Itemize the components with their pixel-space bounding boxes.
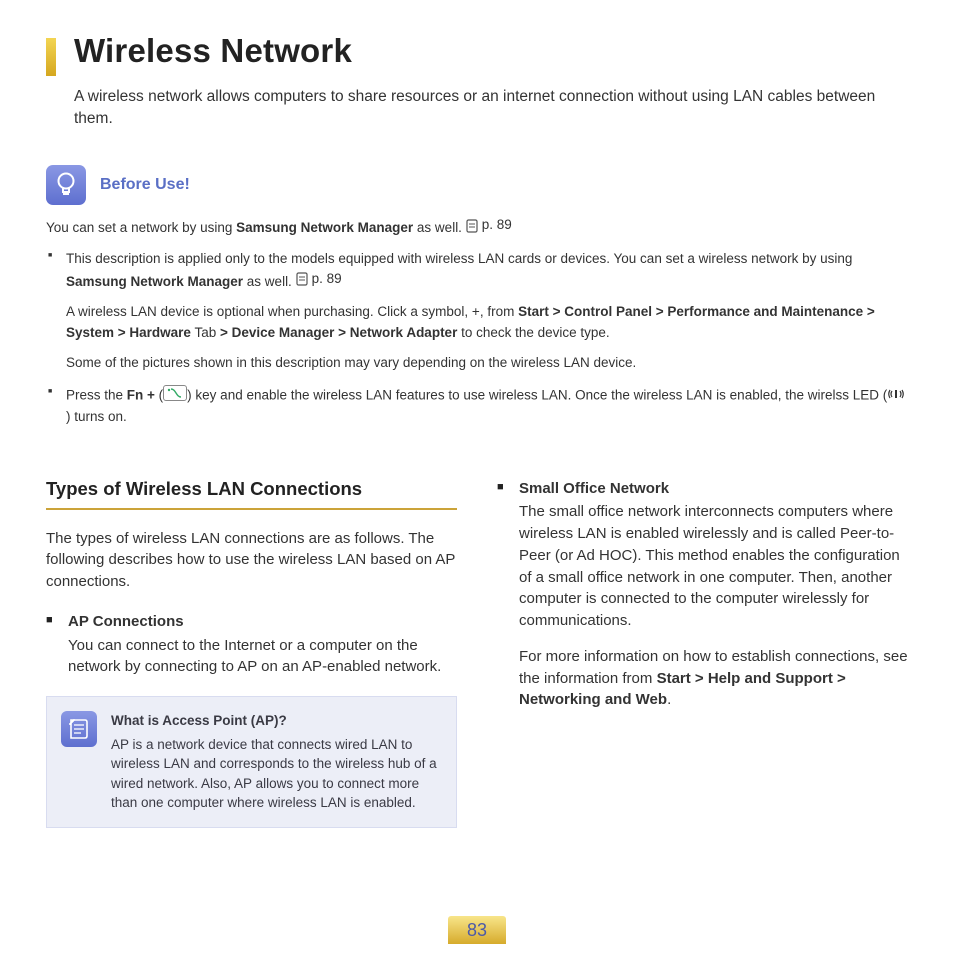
note-box: What is Access Point (AP)? AP is a netwo… xyxy=(46,696,457,828)
bullet-item: This description is applied only to the … xyxy=(66,249,908,373)
more-info-paragraph: For more information on how to establish… xyxy=(519,646,908,711)
section-heading: Types of Wireless LAN Connections xyxy=(46,478,457,510)
page-number-badge: 83 xyxy=(448,916,506,944)
note-title: What is Access Point (AP)? xyxy=(111,711,440,731)
text: . xyxy=(667,691,671,708)
list-item-text: You can connect to the Internet or a com… xyxy=(68,637,441,676)
page-ref-text: p. 89 xyxy=(312,269,342,289)
text: to check the device type. xyxy=(457,325,609,340)
right-column: Small Office Network The small office ne… xyxy=(497,478,908,828)
sub-paragraph: Some of the pictures shown in this descr… xyxy=(66,353,908,373)
page-ref-text: p. 89 xyxy=(482,215,512,235)
before-use-line1: You can set a network by using Samsung N… xyxy=(46,215,908,238)
lightbulb-icon xyxy=(46,165,86,205)
page-content: Wireless Network A wireless network allo… xyxy=(0,0,954,828)
page-reference-icon: p. 89 xyxy=(296,269,342,289)
page-number: 83 xyxy=(467,920,487,941)
note-content: What is Access Point (AP)? AP is a netwo… xyxy=(111,711,440,813)
text-bold: Samsung Network Manager xyxy=(66,274,243,289)
connection-types-list: Small Office Network The small office ne… xyxy=(497,478,908,712)
list-item-title: Small Office Network xyxy=(519,478,908,500)
before-use-bullets: This description is applied only to the … xyxy=(46,249,908,428)
list-item-title: AP Connections xyxy=(68,611,457,633)
text-bold: Fn + xyxy=(127,388,159,403)
note-body: AP is a network device that connects wir… xyxy=(111,737,437,811)
bullet-item: Press the Fn + () key and enable the wir… xyxy=(66,385,908,428)
section-intro: The types of wireless LAN connections ar… xyxy=(46,528,457,593)
wifi-led-icon xyxy=(887,386,905,406)
list-item: AP Connections You can connect to the In… xyxy=(46,611,457,678)
before-use-label: Before Use! xyxy=(100,176,190,194)
sub-paragraph: A wireless LAN device is optional when p… xyxy=(66,302,908,343)
text: as well. xyxy=(413,221,466,236)
page-title: Wireless Network xyxy=(74,32,352,70)
two-column-layout: Types of Wireless LAN Connections The ty… xyxy=(46,478,908,828)
title-accent-bar xyxy=(46,38,56,76)
left-column: Types of Wireless LAN Connections The ty… xyxy=(46,478,457,828)
page-reference-icon: p. 89 xyxy=(466,215,512,235)
text: Press the xyxy=(66,388,127,403)
text: You can set a network by using xyxy=(46,221,236,236)
connection-types-list: AP Connections You can connect to the In… xyxy=(46,611,457,678)
list-item: Small Office Network The small office ne… xyxy=(497,478,908,712)
text: A wireless LAN device is optional when p… xyxy=(66,304,518,319)
text: as well. xyxy=(243,274,296,289)
text: key and enable the wireless LAN features… xyxy=(192,388,888,403)
title-row: Wireless Network xyxy=(46,32,908,76)
list-item-text: The small office network interconnects c… xyxy=(519,503,900,629)
note-icon xyxy=(61,711,97,747)
text-bold: Samsung Network Manager xyxy=(236,221,413,236)
text-bold: > Device Manager > Network Adapter xyxy=(220,325,457,340)
before-use-header: Before Use! xyxy=(46,165,908,205)
text: ) turns on. xyxy=(66,409,127,424)
text: This description is applied only to the … xyxy=(66,251,852,266)
intro-paragraph: A wireless network allows computers to s… xyxy=(74,86,908,129)
fn-key-icon xyxy=(163,385,187,407)
text: Tab xyxy=(191,325,220,340)
